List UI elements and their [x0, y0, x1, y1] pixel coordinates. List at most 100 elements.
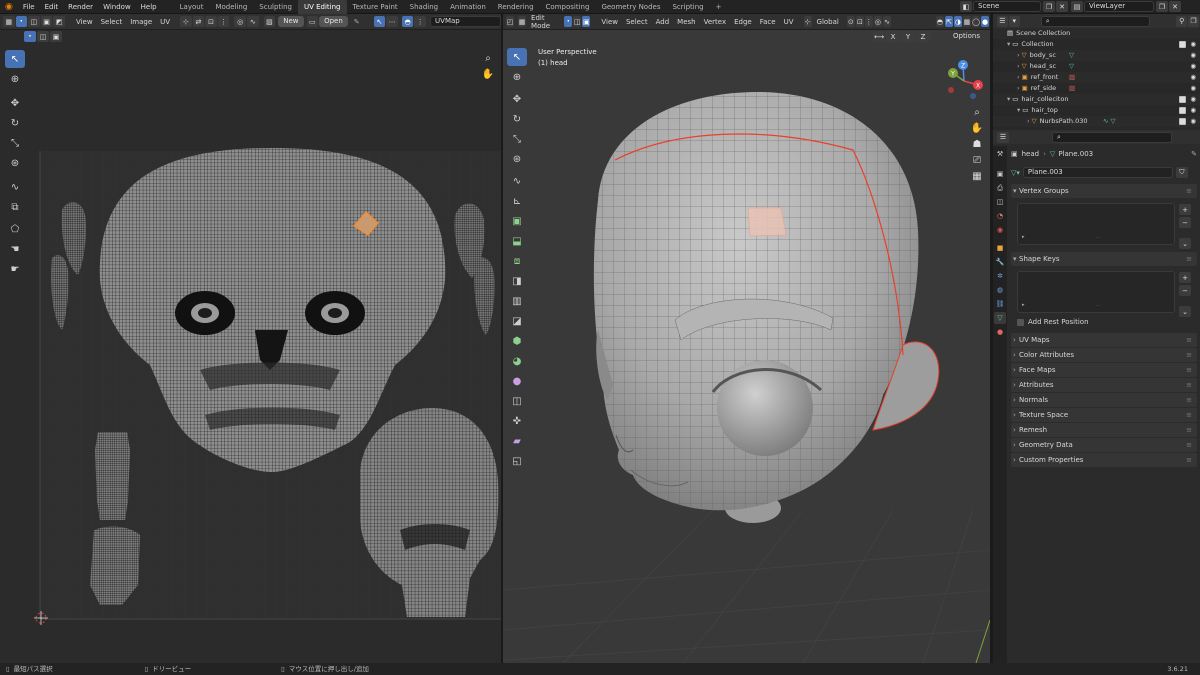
- uv-select-edge-icon[interactable]: ◫: [28, 16, 40, 27]
- sync-icon[interactable]: ⇄: [192, 16, 205, 27]
- uv-gizmo-icon[interactable]: ⋯: [386, 16, 398, 27]
- menu-window[interactable]: Window: [98, 0, 136, 14]
- tab-texture-paint[interactable]: Texture Paint: [347, 0, 404, 14]
- list-resize-icon[interactable]: ⋯: [1096, 235, 1101, 241]
- uv-menu-view[interactable]: View: [72, 18, 97, 26]
- uv-cursor-icon[interactable]: ↖: [373, 16, 386, 27]
- collection-checkbox[interactable]: [1179, 41, 1187, 48]
- expand-icon[interactable]: ▾: [1007, 39, 1010, 50]
- edit-mode-icon[interactable]: ▦: [518, 16, 527, 27]
- panel-uv-maps[interactable]: › UV Maps ≡: [1011, 333, 1197, 347]
- shape-keys-list[interactable]: ▸ ⋯: [1017, 271, 1175, 313]
- drag-handle-icon[interactable]: ≡: [1186, 333, 1192, 347]
- expand-icon[interactable]: ▾: [1007, 94, 1010, 105]
- sk-specials-icon[interactable]: ⌄: [1179, 306, 1191, 317]
- panel-custom-properties[interactable]: › Custom Properties ≡: [1011, 453, 1197, 467]
- snap-options-icon[interactable]: ⋮: [217, 16, 230, 27]
- scene-icon[interactable]: ◧: [960, 1, 972, 12]
- pivot-point-icon[interactable]: ⊙: [846, 16, 855, 27]
- panel-remesh[interactable]: › Remesh ≡: [1011, 423, 1197, 437]
- outliner-row-body-sc[interactable]: › ▽ body_sc ▽ ◉: [993, 50, 1200, 61]
- vp-menu-select[interactable]: Select: [622, 18, 652, 26]
- uv-select-face-icon[interactable]: ▣: [40, 16, 53, 27]
- tool-transform-icon[interactable]: ⊛: [507, 150, 527, 168]
- panel-color-attributes[interactable]: › Color Attributes ≡: [1011, 348, 1197, 362]
- uv-overlay-options-icon[interactable]: ⋮: [414, 16, 427, 27]
- visibility-icon[interactable]: ◓: [935, 16, 944, 27]
- outliner-row-ref-side[interactable]: › ▣ ref_side ▨ ◉: [993, 83, 1200, 94]
- proportional-icon[interactable]: ◎: [234, 16, 247, 27]
- vp-menu-face[interactable]: Face: [756, 18, 780, 26]
- head-mesh[interactable]: [593, 92, 940, 523]
- scene-close-icon[interactable]: ✕: [1056, 1, 1068, 12]
- panel-normals[interactable]: › Normals ≡: [1011, 393, 1197, 407]
- outliner-row-head-sc[interactable]: › ▽ head_sc ▽ ◉: [993, 61, 1200, 72]
- tool-shrink-icon[interactable]: ✜: [507, 412, 527, 430]
- collection-checkbox[interactable]: [1179, 107, 1187, 114]
- uv-menu-image[interactable]: Image: [126, 18, 156, 26]
- expand-icon[interactable]: ›: [1017, 61, 1020, 72]
- vp-menu-edge[interactable]: Edge: [730, 18, 756, 26]
- pin-properties-icon[interactable]: ✎: [1191, 150, 1197, 158]
- uv-select-island-icon[interactable]: ◩: [53, 16, 65, 27]
- list-expand-icon[interactable]: ▸: [1022, 302, 1025, 308]
- camera-icon[interactable]: ⎚: [969, 152, 985, 168]
- snap-icon[interactable]: ⊡: [205, 16, 217, 27]
- eye-icon[interactable]: ◉: [1190, 116, 1196, 127]
- drag-handle-icon[interactable]: ≡: [1186, 408, 1192, 422]
- vp-menu-add[interactable]: Add: [652, 18, 674, 26]
- tool-loopcut-icon[interactable]: ▥: [507, 292, 527, 310]
- tab-rendering[interactable]: Rendering: [492, 0, 540, 14]
- drag-handle-icon[interactable]: ≡: [1186, 393, 1192, 407]
- new-image-button[interactable]: New: [278, 16, 304, 27]
- menu-file[interactable]: File: [18, 0, 40, 14]
- vp-menu-view[interactable]: View: [597, 18, 622, 26]
- ortho-grid-icon[interactable]: ▦: [969, 168, 985, 184]
- expand-icon[interactable]: ›: [1017, 72, 1020, 83]
- outliner-row-nurbspath[interactable]: › ▽ NurbsPath.030 ∿ ▽ ◉: [993, 116, 1200, 127]
- tab-tool-icon[interactable]: ⚒: [994, 148, 1006, 160]
- zoom-icon[interactable]: ⌕: [969, 104, 985, 120]
- eye-icon[interactable]: ◉: [1190, 61, 1196, 72]
- vg-remove-icon[interactable]: −: [1179, 217, 1191, 228]
- outliner-filter-funnel-icon[interactable]: ⚲: [1176, 15, 1188, 27]
- expand-icon[interactable]: ›: [1017, 50, 1020, 61]
- tab-layout[interactable]: Layout: [174, 0, 210, 14]
- viewport-canvas[interactable]: [503, 30, 990, 663]
- tool-polybuild-icon[interactable]: ⬢: [507, 332, 527, 350]
- open-image-button[interactable]: Open: [319, 16, 348, 27]
- face-select-icon[interactable]: ▣: [582, 16, 591, 27]
- tool-move-icon[interactable]: ✥: [507, 90, 527, 108]
- vp-menu-vertex[interactable]: Vertex: [700, 18, 731, 26]
- pivot-icon[interactable]: ⊹: [180, 16, 192, 27]
- eye-icon[interactable]: ◉: [1190, 83, 1196, 94]
- pan-icon[interactable]: ✋: [969, 120, 985, 136]
- tab-compositing[interactable]: Compositing: [540, 0, 596, 14]
- viewlayer-field[interactable]: ViewLayer: [1084, 1, 1154, 12]
- sk-add-icon[interactable]: +: [1179, 272, 1191, 283]
- outliner-row-ref-front[interactable]: › ▣ ref_front ▨ ◉: [993, 72, 1200, 83]
- drag-handle-icon[interactable]: ≡: [1186, 184, 1192, 198]
- navigation-gizmo[interactable]: X Z Y: [943, 60, 985, 102]
- drag-handle-icon[interactable]: ≡: [1186, 378, 1192, 392]
- outliner-type-icon[interactable]: ☰: [997, 15, 1008, 27]
- open-image-icon[interactable]: ▭: [306, 16, 319, 27]
- selected-face[interactable]: [747, 207, 787, 237]
- editor-type-3d-icon[interactable]: ◰: [506, 16, 515, 27]
- tool-rip-icon[interactable]: ◱: [507, 452, 527, 470]
- outliner-row-hair-collection[interactable]: ▾ ▭ hair_colleciton ◉: [993, 94, 1200, 105]
- tab-scripting[interactable]: Scripting: [666, 0, 709, 14]
- gizmo-toggle-icon[interactable]: ⇱: [944, 16, 953, 27]
- vg-specials-icon[interactable]: ⌄: [1179, 238, 1191, 249]
- uv-canvas[interactable]: [0, 30, 501, 663]
- expand-icon[interactable]: ›: [1027, 116, 1030, 127]
- tab-render-icon[interactable]: ▣: [994, 168, 1006, 180]
- uv-menu-uv[interactable]: UV: [156, 18, 174, 26]
- menu-edit[interactable]: Edit: [40, 0, 64, 14]
- proportional-edit-icon[interactable]: ◎: [873, 16, 882, 27]
- tool-inset-icon[interactable]: ⧈: [507, 252, 527, 270]
- collection-checkbox[interactable]: [1179, 118, 1187, 125]
- collection-checkbox[interactable]: [1179, 96, 1187, 103]
- tab-uv-editing[interactable]: UV Editing: [297, 0, 347, 14]
- add-rest-position-row[interactable]: Add Rest Position: [1017, 318, 1200, 326]
